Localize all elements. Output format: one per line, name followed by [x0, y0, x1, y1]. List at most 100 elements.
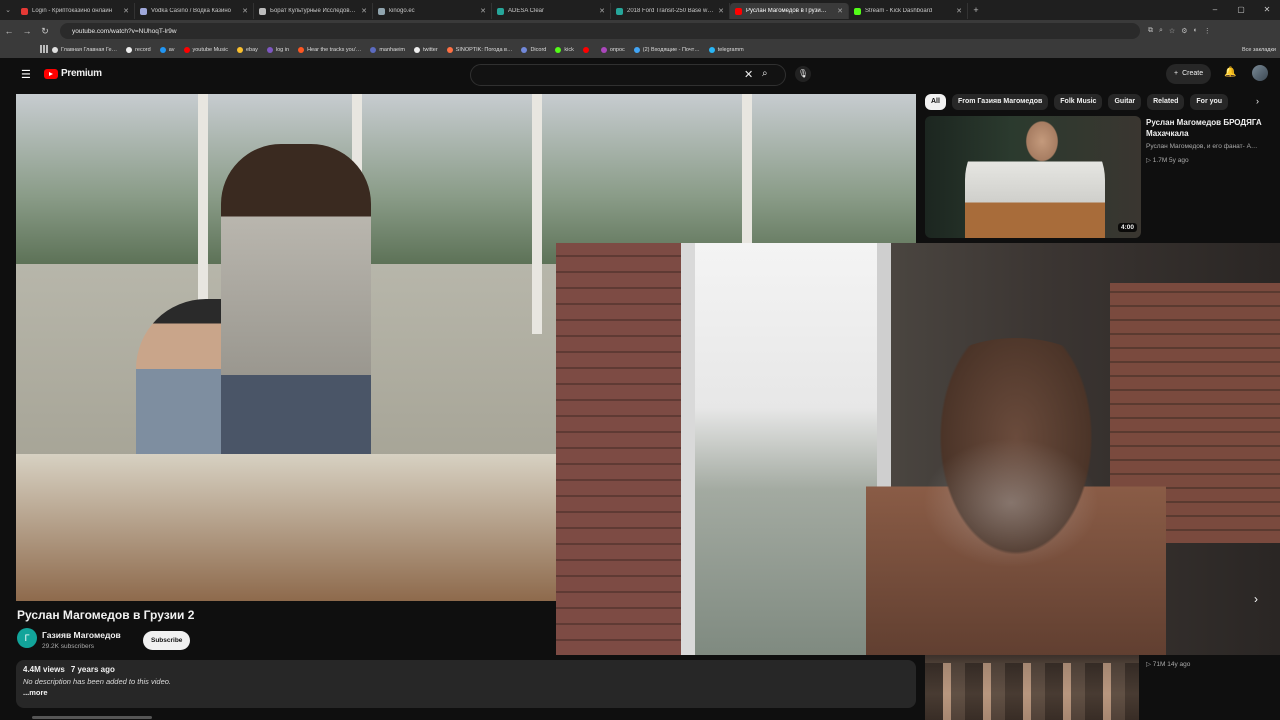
description-box[interactable]: 4.4M views 7 years ago No description ha…	[16, 660, 916, 708]
browser-tab[interactable]: 2018 Ford Transit-250 Base w/… ✕	[611, 3, 730, 19]
video-frame-pillar	[532, 94, 542, 334]
filter-chip[interactable]: All	[925, 94, 946, 110]
bookmark-label: SINOPTIK: Погода в…	[455, 47, 513, 53]
minimize-button[interactable]: –	[1202, 0, 1228, 20]
bookmark-item[interactable]: manhaeim	[370, 47, 405, 53]
search-icon[interactable]: ⌕	[762, 68, 768, 79]
bookmark-item[interactable]: youtube Music	[183, 47, 228, 53]
youtube-premium-logo[interactable]: Premium	[44, 68, 102, 79]
bookmarks-bar: Главная Главная Ге… record av youtube Music…	[0, 42, 1280, 58]
video-frame-background	[16, 94, 916, 264]
bookmark-item[interactable]	[582, 47, 592, 53]
reload-button[interactable]: ↻	[36, 26, 54, 37]
bookmark-label: manhaeim	[379, 47, 405, 53]
bookmark-label: telegramm	[717, 47, 744, 53]
tab-favicon-icon	[259, 7, 266, 15]
browser-tab[interactable]: Руслан Магомедов в Грузи… ✕	[730, 3, 849, 19]
bookmark-label: av	[168, 47, 175, 53]
thumbnail-guitarist	[965, 120, 1105, 238]
bookmark-item[interactable]: (2) Входящие - Почт…	[633, 47, 700, 53]
filter-chips: All From Газияв Магомедов Folk Music Guitar…	[925, 94, 1280, 112]
tab-close-icon[interactable]: ✕	[956, 7, 962, 15]
filter-chip[interactable]: Related	[1147, 94, 1185, 110]
create-button[interactable]: + Create	[1166, 64, 1212, 84]
webcam-brick-wall	[556, 243, 681, 655]
chevron-right-icon[interactable]: ›	[1254, 592, 1258, 606]
bookmark-item[interactable]: SINOPTIK: Погода в…	[446, 47, 513, 53]
bookmark-label: (2) Входящие - Почт…	[642, 47, 700, 53]
bookmark-item[interactable]: Hear the tracks you'…	[298, 47, 361, 53]
bookmark-favicon-icon	[266, 47, 273, 53]
recommendation-channel[interactable]: Руслан Магомедов, и его фанат- А…	[1146, 143, 1276, 150]
window-controls: – ▢ ✕	[1202, 0, 1280, 20]
browser-tab[interactable]: Login - Криптоказино онлайн ✕	[16, 3, 135, 19]
recommendation-thumbnail[interactable]	[925, 655, 1139, 720]
recommendation-title[interactable]: Руслан Магомедов БРОДЯГА Махачкала	[1146, 117, 1276, 139]
menu-icon[interactable]: ☰	[21, 68, 31, 81]
all-bookmarks-link[interactable]: Все закладки	[1242, 42, 1276, 58]
filter-chip[interactable]: Folk Music	[1054, 94, 1103, 110]
recommendation-stats: ▷ 1.7M 5y ago	[1146, 157, 1189, 164]
account-avatar[interactable]	[1252, 65, 1268, 81]
channel-avatar[interactable]: Г	[17, 628, 37, 648]
apps-grid-icon[interactable]	[40, 45, 48, 53]
url-input[interactable]: youtube.com/watch?v=NUhoqT-lr9w	[60, 23, 1140, 39]
tab-close-icon[interactable]: ✕	[242, 7, 248, 15]
filter-chip[interactable]: For you	[1190, 94, 1229, 110]
bookmark-item[interactable]: Dicord	[521, 47, 546, 53]
forward-button[interactable]: →	[18, 26, 36, 36]
bookmark-label: Hear the tracks you'…	[307, 47, 362, 53]
browser-tab[interactable]: Stream - Kick Dashboard ✕	[849, 3, 968, 19]
subscriber-count: 29.2K subscribers	[42, 643, 95, 650]
tab-title: kinogo.ec	[389, 8, 415, 14]
bookmark-star-icon[interactable]: ☆	[1169, 27, 1175, 35]
bookmark-item[interactable]: telegramm	[708, 47, 744, 53]
extensions-icon[interactable]: ⚙	[1181, 27, 1187, 35]
browser-tab[interactable]: ADESA Clear ✕	[492, 3, 611, 19]
bookmark-item[interactable]: kick	[555, 47, 574, 53]
bookmark-item[interactable]: record	[126, 47, 151, 53]
clear-search-icon[interactable]: ✕	[744, 68, 753, 81]
profile-icon[interactable]: ◐	[1193, 27, 1197, 35]
bookmark-item[interactable]: log in	[266, 47, 289, 53]
recommendation-thumbnail[interactable]: 4:00	[925, 116, 1141, 238]
browser-menu-icon[interactable]: ⋮	[1204, 27, 1211, 35]
microphone-icon[interactable]: 🎙	[795, 66, 811, 82]
tab-close-icon[interactable]: ✕	[361, 7, 367, 15]
bookmark-favicon-icon	[183, 47, 190, 53]
bookmark-item[interactable]: ebay	[236, 47, 258, 53]
install-icon[interactable]: ⧉	[1148, 27, 1153, 35]
video-title: Руслан Магомедов в Грузии 2	[17, 608, 195, 622]
bookmark-item[interactable]: Главная Главная Ге…	[52, 47, 117, 53]
bookmark-label: Dicord	[530, 47, 547, 53]
tab-close-icon[interactable]: ✕	[480, 7, 486, 15]
search-input[interactable]: ✕ ⌕	[470, 64, 786, 86]
channel-name[interactable]: Газияв Магомедов	[42, 630, 121, 640]
subscribe-button[interactable]: Subscribe	[143, 631, 191, 650]
bookmark-item[interactable]: av	[159, 47, 175, 53]
browser-tab[interactable]: Vodka Casino / Водка Казино ✕	[135, 3, 254, 19]
tab-close-icon[interactable]: ✕	[718, 7, 724, 15]
bookmark-item[interactable]: опрос	[600, 47, 625, 53]
maximize-button[interactable]: ▢	[1228, 0, 1254, 20]
youtube-header: ☰ Premium ✕ ⌕ 🎙 + Create 🔔	[0, 58, 1280, 92]
bookmark-favicon-icon	[633, 47, 640, 53]
bookmark-item[interactable]: twitter	[414, 47, 438, 53]
tab-title: Vodka Casino / Водка Казино	[151, 8, 232, 14]
zoom-icon[interactable]: ⌕	[1159, 27, 1163, 35]
new-tab-button[interactable]: +	[968, 5, 984, 15]
chips-next-icon[interactable]: ›	[1256, 96, 1259, 106]
tab-search-button[interactable]: ⌄	[0, 0, 16, 20]
tab-close-icon[interactable]: ✕	[599, 7, 605, 15]
browser-tab[interactable]: kinogo.ec ✕	[373, 3, 492, 19]
filter-chip[interactable]: From Газияв Магомедов	[951, 94, 1049, 110]
back-button[interactable]: ←	[0, 26, 18, 36]
bookmark-favicon-icon	[52, 47, 58, 53]
notifications-bell-icon[interactable]: 🔔	[1224, 67, 1236, 78]
show-more-link[interactable]: ...more	[23, 688, 909, 697]
filter-chip[interactable]: Guitar	[1108, 94, 1142, 110]
browser-tab[interactable]: Борат Культурные Исследования ✕	[254, 3, 373, 19]
close-window-button[interactable]: ✕	[1254, 0, 1280, 20]
tab-close-icon[interactable]: ✕	[837, 7, 843, 15]
tab-close-icon[interactable]: ✕	[123, 7, 129, 15]
